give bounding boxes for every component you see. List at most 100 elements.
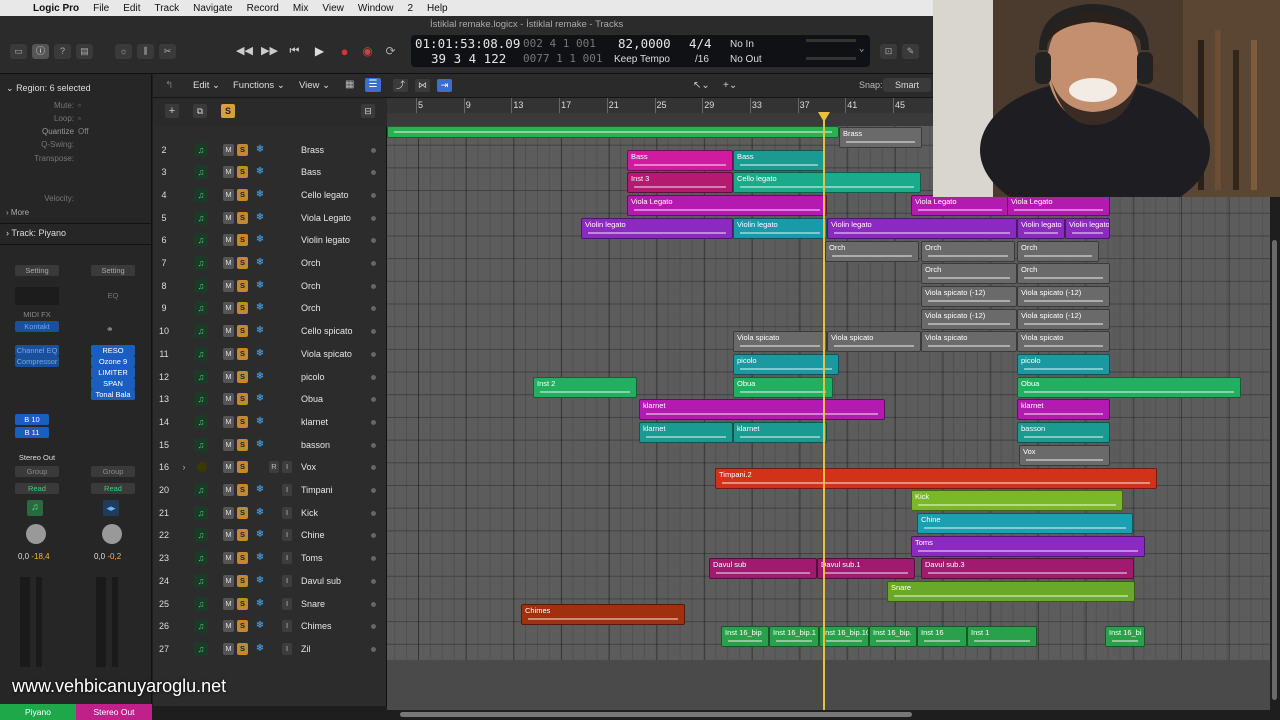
- track-header[interactable]: 23 ♫ M S ❄ I Toms: [153, 548, 387, 570]
- region[interactable]: Orch: [1017, 263, 1110, 285]
- volume-fader[interactable]: [96, 577, 106, 667]
- mute-button[interactable]: M: [223, 620, 234, 633]
- region[interactable]: Cello legato: [733, 172, 921, 194]
- mute-button[interactable]: M: [223, 257, 234, 269]
- track-header[interactable]: 14 ♫ M S ❄ klarnet: [153, 412, 387, 434]
- pan-knob[interactable]: [26, 524, 46, 544]
- solo-button[interactable]: S: [237, 597, 248, 610]
- track-header[interactable]: 10 ♫ M S ❄ Cello spicato: [153, 321, 387, 343]
- record-enable-button[interactable]: R: [269, 461, 279, 474]
- region[interactable]: Orch: [921, 240, 1015, 262]
- freeze-icon[interactable]: ❄: [254, 280, 266, 292]
- region-inspector-header[interactable]: ⌄ Region: 6 selected: [6, 83, 91, 94]
- region[interactable]: Inst 2: [533, 376, 637, 398]
- region[interactable]: Inst 16_bip.: [869, 626, 917, 648]
- pan-knob[interactable]: [102, 524, 122, 544]
- instrument-slot[interactable]: Kontakt: [15, 321, 59, 332]
- freeze-icon[interactable]: ❄: [254, 529, 266, 541]
- editors-icon[interactable]: ✂: [159, 44, 176, 59]
- mute-button[interactable]: M: [223, 166, 234, 179]
- track-header[interactable]: 16 › M S R I Vox: [153, 457, 387, 479]
- track-inspector-header[interactable]: › Track: Piyano: [6, 228, 66, 238]
- solo-button[interactable]: S: [237, 347, 248, 360]
- view-menu[interactable]: View ⌄: [299, 80, 330, 91]
- strip-name-piyano[interactable]: Piyano: [0, 704, 76, 720]
- region[interactable]: Davul sub: [709, 558, 817, 580]
- mute-button[interactable]: M: [223, 325, 234, 338]
- freeze-icon[interactable]: ❄: [254, 348, 266, 360]
- region[interactable]: klarnet: [1017, 399, 1110, 421]
- region[interactable]: Viola spicato (-12): [1017, 308, 1110, 330]
- region[interactable]: picolo: [1017, 354, 1110, 375]
- insert-slot[interactable]: Tonal Bala: [91, 389, 135, 400]
- track-header[interactable]: 13 ♫ M S ❄ Obua: [153, 389, 387, 411]
- region[interactable]: Chine: [917, 512, 1133, 534]
- input-monitor-button[interactable]: I: [282, 529, 292, 542]
- secondary-tool-icon[interactable]: +⌄: [723, 80, 737, 91]
- rewind-icon[interactable]: ◀◀: [236, 44, 253, 59]
- duplicate-track-icon[interactable]: ⧉: [193, 104, 207, 118]
- add-track-button[interactable]: +: [165, 104, 179, 118]
- input-monitor-button[interactable]: I: [282, 484, 292, 496]
- arrange-area[interactable]: Bass Bass Inst 3 Cello legato Viola Legato Vi…: [387, 126, 1270, 710]
- eq-display[interactable]: [15, 287, 59, 305]
- setting-button[interactable]: Setting: [91, 265, 135, 276]
- region[interactable]: Timpani.2: [715, 467, 1157, 489]
- solo-button[interactable]: S: [237, 438, 248, 451]
- track-header[interactable]: 20 ♫ M S ❄ I Timpani: [153, 480, 387, 502]
- freeze-icon[interactable]: ❄: [254, 416, 266, 428]
- solo-button[interactable]: S: [237, 574, 248, 587]
- region[interactable]: Obua: [1017, 376, 1241, 398]
- freeze-icon[interactable]: ❄: [254, 144, 266, 156]
- region[interactable]: Violin legato: [733, 217, 827, 239]
- track-header[interactable]: 2 ♫ M S ❄ Brass: [153, 140, 387, 162]
- input-monitor-button[interactable]: I: [282, 642, 292, 655]
- output-slot[interactable]: Stereo Out: [12, 452, 62, 463]
- insert-slot[interactable]: Channel EQ: [15, 345, 59, 356]
- send-slot[interactable]: B 11: [15, 427, 49, 438]
- freeze-icon[interactable]: ❄: [254, 325, 266, 337]
- region[interactable]: klarnet: [639, 422, 733, 444]
- menu-view[interactable]: View: [315, 3, 351, 14]
- region[interactable]: Inst 16_bip: [721, 626, 769, 648]
- link-icon[interactable]: ⚭: [106, 324, 114, 335]
- freeze-icon[interactable]: ❄: [254, 189, 266, 201]
- region[interactable]: Viola spicato (-12): [1017, 285, 1110, 307]
- solo-button[interactable]: S: [237, 279, 248, 292]
- region[interactable]: Inst 16_bip.1: [769, 626, 819, 648]
- checkbox[interactable]: ▫: [78, 114, 81, 123]
- mute-button[interactable]: M: [223, 188, 234, 201]
- solo-button[interactable]: S: [237, 143, 248, 156]
- freeze-icon[interactable]: ❄: [254, 484, 266, 496]
- region[interactable]: Obua: [733, 376, 833, 398]
- playhead[interactable]: [823, 113, 825, 710]
- region[interactable]: Inst 3: [627, 172, 733, 194]
- region[interactable]: Brass: [839, 127, 922, 148]
- solo-button[interactable]: S: [237, 188, 248, 201]
- region[interactable]: Viola spicato (-12): [921, 308, 1017, 330]
- track-header[interactable]: 3 ♫ M S ❄ Bass: [153, 162, 387, 184]
- menu-record[interactable]: Record: [240, 3, 286, 14]
- region[interactable]: Vox: [1019, 444, 1110, 466]
- edit-menu[interactable]: Edit ⌄: [193, 80, 220, 91]
- solo-button[interactable]: S: [237, 370, 248, 383]
- solo-button[interactable]: S: [237, 211, 248, 224]
- track-header[interactable]: 11 ♫ M S ❄ Viola spicato: [153, 344, 387, 366]
- freeze-icon[interactable]: ❄: [254, 598, 266, 610]
- region[interactable]: basson: [1017, 422, 1110, 444]
- mute-button[interactable]: M: [223, 642, 234, 655]
- param-value[interactable]: Off: [78, 127, 89, 136]
- insert-slot[interactable]: SPAN: [91, 378, 135, 389]
- send-slot[interactable]: B 10: [15, 414, 49, 425]
- catch-icon[interactable]: ⇥: [437, 79, 452, 92]
- inspector-icon[interactable]: ⓘ: [32, 44, 49, 59]
- insert-slot[interactable]: Compressor: [15, 356, 59, 367]
- region[interactable]: Kick: [911, 490, 1123, 512]
- group-slot[interactable]: Group: [15, 466, 59, 477]
- solo-button[interactable]: S: [237, 506, 248, 519]
- insert-slot[interactable]: LIMITER: [91, 367, 135, 378]
- vertical-scrollbar[interactable]: [1272, 240, 1277, 700]
- freeze-icon[interactable]: ❄: [254, 371, 266, 383]
- region[interactable]: Orch: [825, 240, 919, 262]
- mute-button[interactable]: M: [223, 415, 234, 428]
